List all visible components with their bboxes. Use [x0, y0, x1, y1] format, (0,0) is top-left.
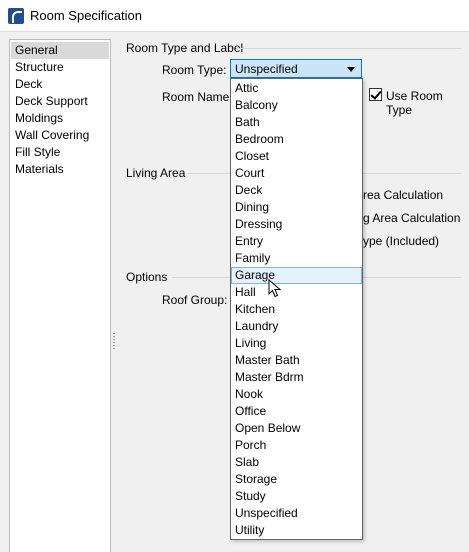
roof-group-label: Roof Group: [162, 293, 228, 307]
option-dressing[interactable]: Dressing [231, 216, 362, 233]
splitter-grip[interactable] [113, 333, 115, 351]
living-area-option-1[interactable]: rea Calculation [363, 188, 443, 202]
sidebar-item-deck[interactable]: Deck [11, 76, 109, 93]
option-garage[interactable]: Garage [231, 267, 362, 284]
use-room-type-label: Use Room Type [386, 89, 443, 117]
living-area-option-2[interactable]: g Area Calculation [363, 211, 460, 225]
option-master-bath[interactable]: Master Bath [231, 352, 362, 369]
option-entry[interactable]: Entry [231, 233, 362, 250]
group-heading-living-area: Living Area [126, 166, 186, 180]
mouse-pointer-icon [268, 279, 282, 298]
option-court[interactable]: Court [231, 165, 362, 182]
option-nook[interactable]: Nook [231, 386, 362, 403]
option-unspecified[interactable]: Unspecified [231, 505, 362, 522]
option-office[interactable]: Office [231, 403, 362, 420]
sidebar-item-moldings[interactable]: Moldings [11, 110, 109, 127]
option-slab[interactable]: Slab [231, 454, 362, 471]
room-type-label: Room Type: [162, 63, 227, 77]
option-closet[interactable]: Closet [231, 148, 362, 165]
room-name-label: Room Name: [162, 90, 233, 104]
option-storage[interactable]: Storage [231, 471, 362, 488]
option-deck[interactable]: Deck [231, 182, 362, 199]
use-room-type-checkbox[interactable] [369, 88, 382, 101]
option-bath[interactable]: Bath [231, 114, 362, 131]
window-title: Room Specification [30, 8, 142, 23]
option-porch[interactable]: Porch [231, 437, 362, 454]
option-laundry[interactable]: Laundry [231, 318, 362, 335]
app-icon [8, 8, 24, 24]
option-attic[interactable]: Attic [231, 80, 362, 97]
option-living[interactable]: Living [231, 335, 362, 352]
option-kitchen[interactable]: Kitchen [231, 301, 362, 318]
option-family[interactable]: Family [231, 250, 362, 267]
chevron-down-icon [347, 67, 355, 72]
sidebar-item-deck-support[interactable]: Deck Support [11, 93, 109, 110]
option-balcony[interactable]: Balcony [231, 97, 362, 114]
option-dining[interactable]: Dining [231, 199, 362, 216]
option-utility[interactable]: Utility [231, 522, 362, 539]
sidebar-item-materials[interactable]: Materials [11, 161, 109, 178]
group-heading-room-type: Room Type and Label [126, 41, 244, 55]
sidebar-item-structure[interactable]: Structure [11, 59, 109, 76]
room-type-dropdown-list[interactable]: Attic Balcony Bath Bedroom Closet Court … [230, 78, 363, 540]
option-hall[interactable]: Hall [231, 284, 362, 301]
group-heading-options: Options [126, 270, 168, 284]
category-list: General Structure Deck Deck Support Mold… [9, 39, 111, 552]
sidebar-item-wall-covering[interactable]: Wall Covering [11, 127, 109, 144]
sidebar-item-general[interactable]: General [11, 42, 109, 59]
room-type-select[interactable]: Unspecified [230, 59, 362, 78]
option-study[interactable]: Study [231, 488, 362, 505]
title-bar: Room Specification [0, 0, 469, 32]
living-area-option-3[interactable]: ype (Included) [363, 234, 439, 248]
option-bedroom[interactable]: Bedroom [231, 131, 362, 148]
sidebar-item-fill-style[interactable]: Fill Style [11, 144, 109, 161]
option-master-bdrm[interactable]: Master Bdrm [231, 369, 362, 386]
room-type-value: Unspecified [235, 62, 298, 76]
option-open-below[interactable]: Open Below [231, 420, 362, 437]
group-divider [236, 48, 461, 49]
